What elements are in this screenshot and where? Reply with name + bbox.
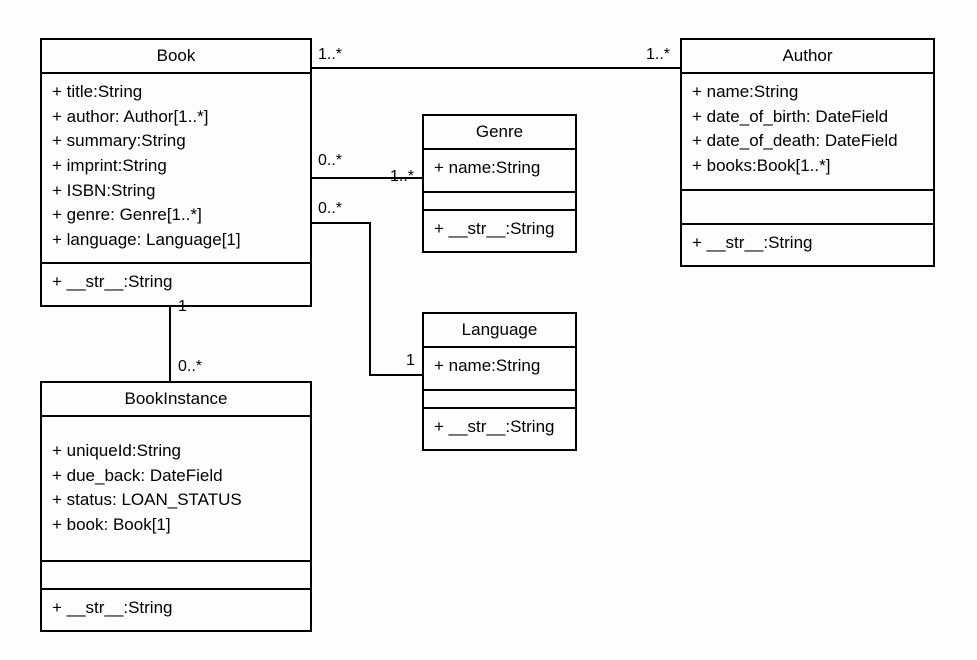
- attr: + book: Book[1]: [52, 513, 300, 538]
- attr: + author: Author[1..*]: [52, 105, 300, 130]
- class-methods: + __str__:String: [682, 225, 933, 266]
- class-methods: + __str__:String: [42, 590, 310, 631]
- attr: + uniqueId:String: [52, 439, 300, 464]
- class-genre: Genre + name:String + __str__:String: [422, 114, 577, 253]
- attr: + title:String: [52, 80, 300, 105]
- method: + __str__:String: [52, 596, 300, 621]
- multiplicity-label: 1: [406, 352, 415, 370]
- method: + __str__:String: [692, 231, 923, 256]
- class-title: Language: [424, 314, 575, 348]
- class-book: Book + title:String + author: Author[1..…: [40, 38, 312, 307]
- class-title: Author: [682, 40, 933, 74]
- attr: + genre: Genre[1..*]: [52, 203, 300, 228]
- attr: + ISBN:String: [52, 179, 300, 204]
- attr: + language: Language[1]: [52, 228, 300, 253]
- method: + __str__:String: [434, 217, 565, 242]
- attr: + date_of_death: DateField: [692, 129, 923, 154]
- class-title: BookInstance: [42, 383, 310, 417]
- class-spacer: [424, 391, 575, 409]
- attr: + name:String: [434, 156, 565, 181]
- attr: + status: LOAN_STATUS: [52, 488, 300, 513]
- class-author: Author + name:String + date_of_birth: Da…: [680, 38, 935, 267]
- multiplicity-label: 0..*: [318, 200, 342, 218]
- attr: + summary:String: [52, 129, 300, 154]
- class-language: Language + name:String + __str__:String: [422, 312, 577, 451]
- class-attrs: + name:String + date_of_birth: DateField…: [682, 74, 933, 191]
- method: + __str__:String: [52, 270, 300, 295]
- multiplicity-label: 1..*: [318, 46, 342, 64]
- class-title: Book: [42, 40, 310, 74]
- class-spacer: [42, 562, 310, 590]
- multiplicity-label: 1: [178, 298, 187, 316]
- class-spacer: [682, 191, 933, 225]
- attr: + name:String: [692, 80, 923, 105]
- uml-canvas: Book + title:String + author: Author[1..…: [0, 0, 977, 660]
- class-spacer: [424, 193, 575, 211]
- multiplicity-label: 1..*: [390, 168, 414, 186]
- class-methods: + __str__:String: [42, 264, 310, 305]
- class-attrs: + name:String: [424, 348, 575, 391]
- class-title: Genre: [424, 116, 575, 150]
- class-methods: + __str__:String: [424, 211, 575, 252]
- attr: + name:String: [434, 354, 565, 379]
- class-attrs: + name:String: [424, 150, 575, 193]
- class-attrs: + title:String + author: Author[1..*] + …: [42, 74, 310, 264]
- class-methods: + __str__:String: [424, 409, 575, 450]
- attr: + books:Book[1..*]: [692, 154, 923, 179]
- class-attrs: + uniqueId:String + due_back: DateField …: [42, 417, 310, 562]
- attr: + imprint:String: [52, 154, 300, 179]
- attr: + due_back: DateField: [52, 464, 300, 489]
- class-bookinstance: BookInstance + uniqueId:String + due_bac…: [40, 381, 312, 632]
- attr: + date_of_birth: DateField: [692, 105, 923, 130]
- multiplicity-label: 1..*: [646, 46, 670, 64]
- multiplicity-label: 0..*: [178, 358, 202, 376]
- multiplicity-label: 0..*: [318, 152, 342, 170]
- method: + __str__:String: [434, 415, 565, 440]
